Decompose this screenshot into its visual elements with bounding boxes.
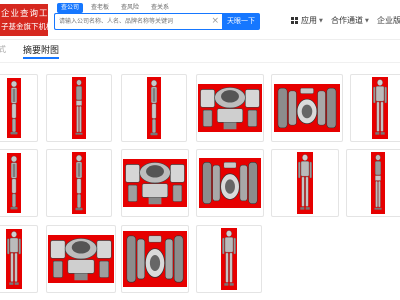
nav-enterprise-label: 企业版 (377, 16, 400, 25)
robot-figure (147, 77, 161, 139)
logo-line1: 企业查询工具 (1, 9, 48, 19)
robot-figure (7, 78, 21, 138)
figure-thumbnail[interactable] (0, 225, 38, 293)
site-logo[interactable]: 企业查询工具 子基金旗下机构 (0, 4, 48, 36)
nav-apps-label: 应用 (301, 16, 317, 25)
robot-figure (72, 152, 86, 214)
robot-figure (221, 228, 237, 290)
figure-thumbnail[interactable] (271, 74, 343, 142)
figure-thumbnail[interactable] (121, 149, 189, 217)
nav-cooperation[interactable]: 合作通道 ▼ (331, 15, 369, 26)
robot-figure (372, 77, 388, 139)
search-tab-boss[interactable]: 查老板 (87, 3, 113, 13)
nav-enterprise[interactable]: 企业版 (377, 15, 400, 26)
robot-figure (123, 159, 187, 207)
search-type-tabs: 查公司 查老板 查风险 查关系 (57, 3, 173, 13)
nav-cooperation-label: 合作通道 (331, 16, 363, 25)
search-button[interactable]: 天眼一下 (222, 13, 260, 30)
robot-figure (371, 152, 385, 214)
robot-figure (199, 158, 261, 208)
search-tab-risk[interactable]: 查风险 (117, 3, 143, 13)
tabs-divider (0, 62, 400, 63)
active-tab-indicator (23, 57, 59, 59)
figure-thumbnail[interactable] (196, 74, 264, 142)
figure-thumbnail[interactable] (0, 149, 38, 217)
robot-figure (198, 84, 262, 132)
robot-figure (7, 153, 21, 213)
nav-apps[interactable]: 应用 ▼ (291, 15, 323, 26)
figure-thumbnail[interactable] (46, 149, 112, 217)
clear-icon[interactable]: × (211, 16, 219, 27)
figure-thumbnail[interactable] (121, 225, 189, 293)
search-box: × (54, 13, 222, 30)
figure-thumbnail[interactable] (46, 74, 112, 142)
app-grid-icon (291, 17, 298, 24)
chevron-down-icon: ▼ (365, 17, 369, 24)
figure-thumbnail[interactable] (196, 149, 264, 217)
robot-figure (297, 152, 313, 214)
figure-thumbnail[interactable] (46, 225, 116, 293)
search-tab-relation[interactable]: 查关系 (147, 3, 173, 13)
figure-thumbnail[interactable] (346, 149, 400, 217)
figure-thumbnail[interactable] (196, 225, 262, 293)
robot-figure (6, 229, 22, 289)
search-input[interactable] (59, 14, 207, 29)
chevron-down-icon: ▼ (319, 17, 323, 24)
figure-thumbnail[interactable] (0, 74, 38, 142)
logo-line2: 子基金旗下机构 (1, 22, 48, 31)
robot-figure (48, 235, 114, 283)
robot-figure (123, 231, 187, 287)
top-header: 企业查询工具 子基金旗下机构 查公司 查老板 查风险 查关系 × 天眼一下 应用… (0, 0, 400, 40)
figure-thumbnail[interactable] (121, 74, 187, 142)
robot-figure (72, 77, 86, 139)
tab-abstract-figures[interactable]: 摘要附图 (23, 43, 59, 56)
figure-thumbnail[interactable] (271, 149, 339, 217)
tab-previous-fragment[interactable]: 式 (0, 44, 6, 55)
robot-figure (274, 84, 340, 132)
figure-thumbnail[interactable] (350, 74, 400, 142)
search-tab-company[interactable]: 查公司 (57, 3, 84, 13)
